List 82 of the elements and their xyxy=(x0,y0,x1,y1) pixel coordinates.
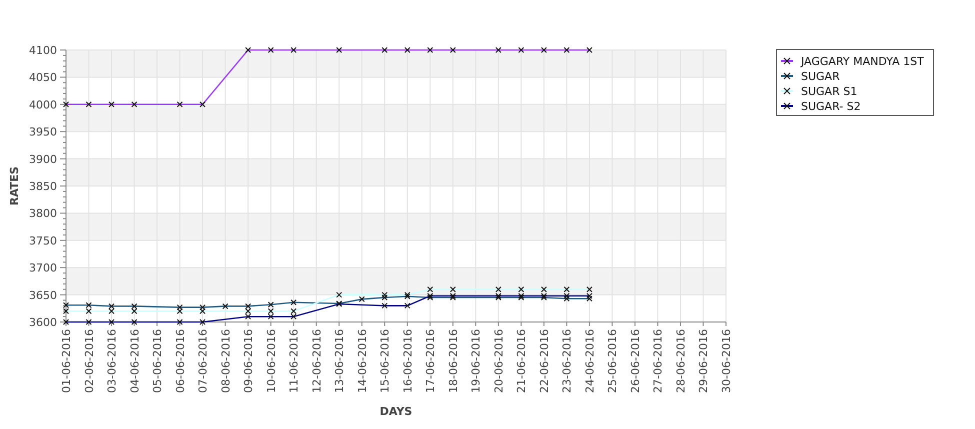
legend-swatch xyxy=(781,102,793,110)
data-point xyxy=(382,302,388,309)
x-tick-label: 25-06-2016 xyxy=(606,329,620,393)
data-point xyxy=(495,47,502,53)
x-tick-label: 16-06-2016 xyxy=(401,329,414,393)
y-tick-label: 3600 xyxy=(29,316,57,329)
x-tick-label: 20-06-2016 xyxy=(492,329,506,393)
legend-label: SUGAR xyxy=(801,70,840,83)
y-tick-label: 3700 xyxy=(29,262,57,275)
x-tick-label: 15-06-2016 xyxy=(378,329,392,393)
data-point xyxy=(245,47,252,53)
y-tick-label: 3750 xyxy=(29,234,57,248)
data-point xyxy=(404,302,410,309)
data-point xyxy=(382,47,388,53)
x-tick-label: 27-06-2016 xyxy=(652,329,665,393)
x-tick-label: 07-06-2016 xyxy=(196,329,210,393)
x-tick-label: 11-06-2016 xyxy=(288,329,301,393)
legend-label: SUGAR S1 xyxy=(801,85,858,98)
data-point xyxy=(131,319,138,325)
x-tick-label: 03-06-2016 xyxy=(106,329,119,393)
data-point xyxy=(358,296,365,302)
x-tick-label: 01-06-2016 xyxy=(60,329,73,393)
data-point xyxy=(404,47,410,53)
data-point xyxy=(540,47,547,53)
y-tick-label: 4100 xyxy=(29,44,57,57)
data-point xyxy=(222,303,228,310)
x-tick-label: 14-06-2016 xyxy=(356,329,369,393)
x-tick-label: 18-06-2016 xyxy=(446,329,460,393)
data-point xyxy=(63,101,69,108)
data-point xyxy=(108,101,115,108)
x-tick-label: 17-06-2016 xyxy=(424,329,438,393)
x-tick-label: 22-06-2016 xyxy=(538,329,551,393)
data-point xyxy=(336,292,342,298)
x-tick-label: 26-06-2016 xyxy=(628,329,642,393)
x-tick-label: 09-06-2016 xyxy=(242,329,256,393)
x-tick-label: 06-06-2016 xyxy=(174,329,187,393)
data-point xyxy=(176,101,183,108)
x-tick-label: 02-06-2016 xyxy=(82,329,96,393)
data-point xyxy=(427,47,434,53)
data-point xyxy=(108,319,115,325)
x-tick-label: 29-06-2016 xyxy=(697,329,710,393)
x-tick-label: 05-06-2016 xyxy=(151,329,164,393)
x-tick-label: 12-06-2016 xyxy=(310,329,324,393)
x-tick-label: 10-06-2016 xyxy=(264,329,278,393)
y-tick-label: 3800 xyxy=(29,207,57,220)
legend-label: JAGGARY MANDYA 1ST xyxy=(801,55,924,68)
data-point xyxy=(564,47,570,53)
data-point xyxy=(86,101,92,108)
data-point xyxy=(86,319,92,325)
y-tick-label: 4050 xyxy=(29,71,57,84)
y-tick-label: 3850 xyxy=(29,180,57,193)
legend-label: SUGAR- S2 xyxy=(801,100,861,113)
y-tick-label: 4000 xyxy=(29,98,57,112)
legend-swatch xyxy=(781,72,793,80)
data-point xyxy=(268,47,274,53)
data-point xyxy=(336,47,342,53)
data-point xyxy=(176,319,183,325)
y-tick-label: 3950 xyxy=(29,126,57,139)
data-point xyxy=(290,47,297,53)
data-point xyxy=(450,47,456,53)
y-tick-label: 3650 xyxy=(29,288,57,302)
x-tick-label: 08-06-2016 xyxy=(219,329,232,393)
data-point xyxy=(586,47,592,53)
legend-swatch xyxy=(781,88,793,94)
x-tick-label: 30-06-2016 xyxy=(720,329,733,393)
data-point xyxy=(518,47,524,53)
x-tick-label: 21-06-2016 xyxy=(515,329,528,393)
data-point xyxy=(200,101,206,108)
x-tick-label: 24-06-2016 xyxy=(583,329,596,393)
x-axis-title: DAYS xyxy=(380,405,412,418)
data-point xyxy=(63,319,69,325)
y-tick-label: 3900 xyxy=(29,152,57,166)
x-tick-label: 28-06-2016 xyxy=(674,329,688,393)
x-tick-label: 04-06-2016 xyxy=(128,329,142,393)
legend-swatch xyxy=(781,58,793,64)
x-tick-label: 13-06-2016 xyxy=(333,329,346,393)
x-tick-label: 19-06-2016 xyxy=(470,329,483,393)
data-point xyxy=(131,101,138,108)
data-point xyxy=(200,319,206,325)
x-tick-label: 23-06-2016 xyxy=(560,329,574,393)
y-axis-title: RATES xyxy=(8,166,21,206)
data-point xyxy=(290,299,297,306)
